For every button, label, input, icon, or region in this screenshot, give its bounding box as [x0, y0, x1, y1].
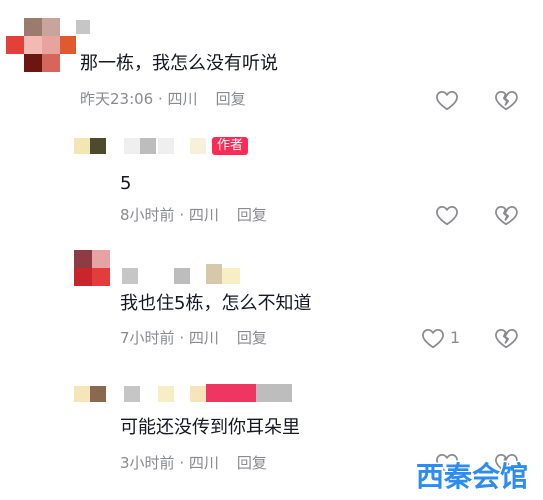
- reply-button[interactable]: 回复: [237, 206, 267, 224]
- username[interactable]: [74, 384, 292, 402]
- username[interactable]: [122, 264, 242, 284]
- meta-separator: ·: [174, 206, 189, 224]
- comment-meta: 7小时前 · 四川 回复: [120, 328, 267, 348]
- comment-item: 我也住5栋，怎么不知道 7小时前 · 四川 回复 1: [0, 232, 543, 360]
- comment-text: 我也住5栋，怎么不知道: [120, 293, 312, 314]
- reply-button[interactable]: 回复: [216, 90, 246, 108]
- meta-separator: ·: [174, 329, 189, 347]
- comment-location: 四川: [188, 329, 219, 347]
- like-count: 1: [450, 328, 461, 347]
- comment-time: 昨天23:06: [80, 90, 154, 108]
- comment-text: 那一栋，我怎么没有听说: [80, 53, 278, 74]
- heart-outline-icon[interactable]: [420, 325, 446, 351]
- heart-outline-icon[interactable]: [434, 202, 460, 228]
- avatar[interactable]: [6, 18, 76, 72]
- comment-text: 5: [120, 173, 132, 194]
- comment-item: 那一栋，我怎么没有听说 昨天23:06 · 四川 回复: [0, 0, 543, 120]
- comment-time: 3小时前: [120, 454, 175, 472]
- meta-separator: ·: [153, 90, 168, 108]
- broken-heart-icon[interactable]: [493, 325, 519, 351]
- meta-separator: ·: [174, 454, 189, 472]
- comment-location: 四川: [188, 206, 219, 224]
- comment-location: 四川: [167, 90, 198, 108]
- author-badge: 作者: [212, 137, 249, 155]
- comment-location: 四川: [188, 454, 219, 472]
- broken-heart-icon[interactable]: [493, 202, 519, 228]
- comment-time: 7小时前: [120, 329, 175, 347]
- comment-time: 8小时前: [120, 206, 175, 224]
- watermark-logo: 西秦会馆: [414, 459, 529, 495]
- reply-button[interactable]: 回复: [237, 454, 267, 472]
- username[interactable]: [74, 138, 206, 154]
- watermark-text: 西秦会馆: [416, 460, 528, 493]
- comment-meta: 3小时前 · 四川 回复: [120, 453, 267, 473]
- heart-outline-icon[interactable]: [434, 87, 460, 113]
- broken-heart-icon[interactable]: [493, 87, 519, 113]
- comment-meta: 8小时前 · 四川 回复: [120, 205, 267, 225]
- comment-text: 可能还没传到你耳朵里: [120, 417, 300, 438]
- username[interactable]: [76, 20, 90, 34]
- reply-button[interactable]: 回复: [237, 329, 267, 347]
- avatar[interactable]: [74, 250, 110, 286]
- comment-item: 作者 5 8小时前 · 四川 回复: [0, 120, 543, 232]
- comment-meta: 昨天23:06 · 四川 回复: [80, 89, 246, 109]
